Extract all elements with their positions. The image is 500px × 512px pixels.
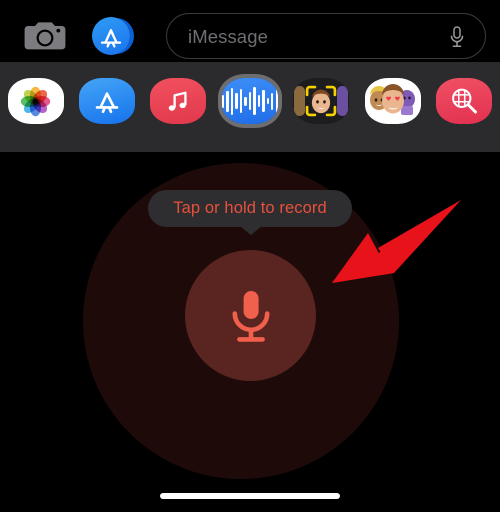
app-icon-row — [0, 72, 500, 130]
sticker-faces-icon — [364, 78, 421, 124]
record-button[interactable] — [185, 250, 316, 381]
app-item-stickers[interactable] — [357, 72, 428, 130]
app-store-button[interactable] — [88, 14, 140, 58]
app-store-icon — [79, 78, 136, 124]
camera-icon — [24, 22, 66, 50]
app-item-appstore[interactable] — [71, 72, 142, 130]
microphone-icon[interactable] — [446, 25, 468, 49]
audio-record-panel: Tap or hold to record — [0, 152, 500, 512]
record-tooltip: Tap or hold to record — [148, 190, 352, 227]
app-item-audio[interactable] — [214, 72, 285, 130]
record-tooltip-pointer — [240, 226, 262, 235]
app-item-music[interactable] — [143, 72, 214, 130]
photos-icon — [7, 78, 64, 124]
app-item-images[interactable] — [428, 72, 499, 130]
app-item-memoji[interactable] — [286, 72, 357, 130]
app-item-photos[interactable] — [0, 72, 71, 130]
microphone-icon — [232, 290, 269, 342]
message-placeholder: iMessage — [188, 26, 268, 47]
camera-button[interactable] — [16, 14, 74, 58]
record-tooltip-text: Tap or hold to record — [173, 199, 327, 217]
audio-waveform-icon — [221, 78, 278, 124]
app-store-icon — [92, 17, 130, 55]
waveform-bars — [221, 86, 278, 116]
message-input[interactable]: iMessage — [166, 13, 486, 59]
home-indicator[interactable] — [160, 493, 340, 499]
memoji-icon — [293, 78, 350, 124]
app-drawer — [0, 62, 500, 206]
imessage-screen: iMessage Tap or hold to record — [0, 0, 500, 512]
music-note-icon — [150, 78, 207, 124]
image-search-icon — [436, 78, 493, 124]
compose-bar: iMessage — [0, 0, 500, 62]
